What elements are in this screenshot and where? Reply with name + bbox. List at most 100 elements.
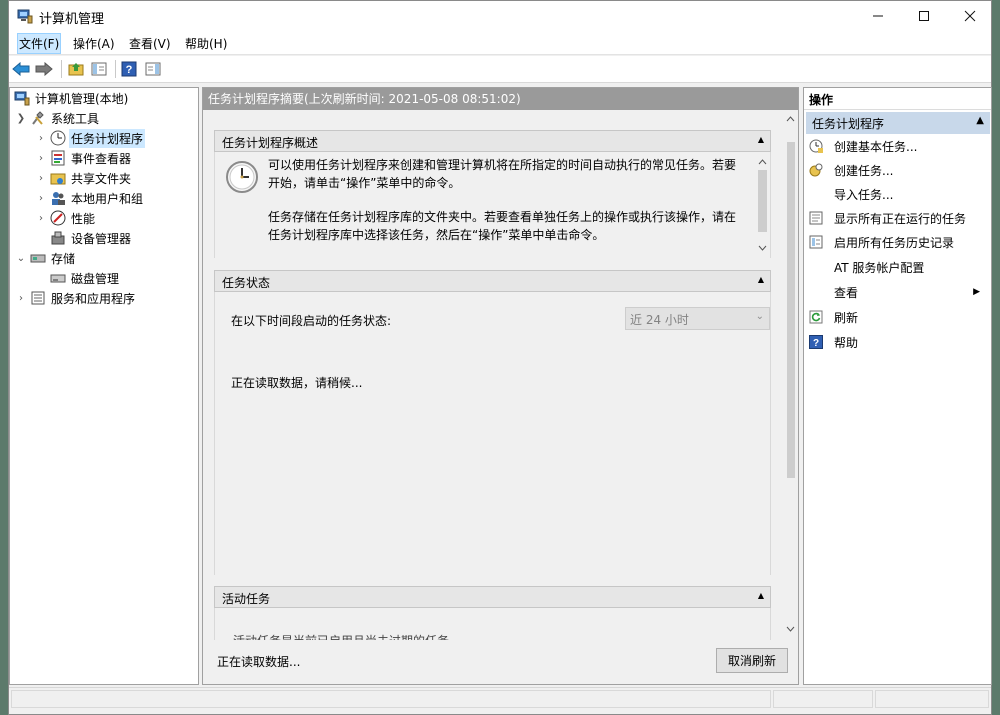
up-folder-icon[interactable] xyxy=(66,59,86,79)
overview-scrollbar[interactable] xyxy=(755,152,770,258)
users-icon xyxy=(50,190,66,206)
status-section-header[interactable]: 任务状态 ▲ xyxy=(214,270,771,292)
chevron-down-icon: ⌄ xyxy=(755,311,764,322)
chevron-down-icon[interactable]: ❯ xyxy=(14,113,28,124)
create-task-icon xyxy=(808,162,824,178)
action-label: 显示所有正在运行的任务 xyxy=(834,211,967,226)
action-label: AT 服务帐户配置 xyxy=(834,260,925,275)
text-line: 任务计划程序库中选择该任务，然后在“操作”菜单中单击命令。 xyxy=(268,228,605,242)
tree-item-system-tools[interactable]: ❯ 系统工具 xyxy=(14,108,101,128)
cancel-refresh-button[interactable]: 取消刷新 xyxy=(716,648,788,673)
tree-item-disk-management[interactable]: 磁盘管理 xyxy=(48,268,121,288)
status-bar-section xyxy=(773,690,873,708)
back-icon[interactable] xyxy=(11,59,31,79)
action-at-service-config[interactable]: AT 服务帐户配置 xyxy=(808,256,988,278)
submenu-arrow-icon: ▶ xyxy=(973,287,980,297)
action-create-task[interactable]: 创建任务... xyxy=(808,159,988,181)
tree-item-storage[interactable]: ⌄ 存储 xyxy=(14,248,77,268)
running-tasks-icon xyxy=(808,210,824,226)
action-help[interactable]: ? 帮助 xyxy=(808,331,988,353)
performance-icon xyxy=(50,210,66,226)
menu-bar: 文件(F) 操作(A) 查看(V) 帮助(H) xyxy=(9,31,991,55)
overview-section-body: 可以使用任务计划程序来创建和管理计算机将在所指定的时间自动执行的常见任务。若要 … xyxy=(214,152,771,258)
chevron-right-icon[interactable]: › xyxy=(34,193,48,204)
action-create-basic-task[interactable]: 创建基本任务... xyxy=(808,135,988,157)
tree-item-services-apps[interactable]: › 服务和应用程序 xyxy=(14,288,137,308)
section-title: 活动任务 xyxy=(222,592,271,606)
show-hide-action-pane-icon[interactable] xyxy=(143,59,163,79)
reading-status: 正在读取数据... xyxy=(217,655,301,669)
show-hide-tree-icon[interactable] xyxy=(89,59,109,79)
collapse-icon[interactable]: ▲ xyxy=(976,115,984,126)
tree-item-device-manager[interactable]: 设备管理器 xyxy=(48,228,133,248)
blank-icon xyxy=(808,186,824,202)
tree-item-root[interactable]: 计算机管理(本地) xyxy=(12,88,130,108)
section-title: 任务状态 xyxy=(222,276,271,290)
action-label: 创建基本任务... xyxy=(834,139,918,154)
computer-management-icon xyxy=(14,90,30,106)
tree-item-label: 共享文件夹 xyxy=(71,171,132,186)
chevron-right-icon[interactable]: › xyxy=(34,133,48,144)
menu-action[interactable]: 操作(A) xyxy=(72,35,116,52)
overview-section-header[interactable]: 任务计划程序概述 ▲ xyxy=(214,130,771,152)
event-viewer-icon xyxy=(50,150,66,166)
actions-group-label: 任务计划程序 xyxy=(812,117,885,131)
collapse-icon[interactable]: ▲ xyxy=(758,135,764,144)
history-icon xyxy=(808,234,824,250)
minimize-button[interactable] xyxy=(855,1,901,31)
window-title: 计算机管理 xyxy=(39,12,105,27)
menu-help[interactable]: 帮助(H) xyxy=(184,35,228,52)
tree-item-label: 任务计划程序 xyxy=(69,128,146,148)
action-label: 帮助 xyxy=(834,335,859,350)
collapse-icon[interactable]: ▲ xyxy=(758,591,764,600)
menu-file[interactable]: 文件(F) xyxy=(17,33,62,54)
svg-text:?: ? xyxy=(813,338,819,349)
chevron-right-icon[interactable]: › xyxy=(34,213,48,224)
tree-item-local-users[interactable]: › 本地用户和组 xyxy=(34,188,145,208)
tree-item-label: 服务和应用程序 xyxy=(51,291,136,306)
chevron-right-icon[interactable]: › xyxy=(34,153,48,164)
overview-text-2: 任务存储在任务计划程序库的文件夹中。若要查看单独任务上的操作或执行该操作，请在 … xyxy=(268,208,736,244)
tree-item-shared-folders[interactable]: › 共享文件夹 xyxy=(34,168,133,188)
status-bar xyxy=(9,687,991,709)
chevron-down-icon[interactable]: ⌄ xyxy=(14,253,28,264)
chevron-right-icon[interactable]: › xyxy=(34,173,48,184)
forward-icon[interactable] xyxy=(34,59,54,79)
storage-icon xyxy=(30,250,46,266)
tree-item-label: 计算机管理(本地) xyxy=(35,91,129,106)
tree-item-label: 事件查看器 xyxy=(71,151,132,166)
action-enable-history[interactable]: 启用所有任务历史记录 xyxy=(808,231,988,253)
action-import-task[interactable]: 导入任务... xyxy=(808,183,988,205)
tree-item-label: 设备管理器 xyxy=(71,231,132,246)
tree-item-event-viewer[interactable]: › 事件查看器 xyxy=(34,148,133,168)
scrollbar-thumb[interactable] xyxy=(787,142,795,478)
action-refresh[interactable]: 刷新 xyxy=(808,306,988,328)
active-section-header[interactable]: 活动任务 ▲ xyxy=(214,586,771,608)
tree-item-task-scheduler[interactable]: › 任务计划程序 xyxy=(34,128,146,148)
chevron-right-icon[interactable]: › xyxy=(14,293,28,304)
close-button[interactable] xyxy=(947,1,993,31)
period-value: 近 24 小时 xyxy=(630,313,689,327)
services-icon xyxy=(30,290,46,306)
action-view[interactable]: 查看 ▶ xyxy=(808,281,988,303)
summary-scrollbar[interactable] xyxy=(783,110,798,640)
maximize-button[interactable] xyxy=(901,1,947,31)
action-label: 创建任务... xyxy=(834,163,894,178)
summary-header: 任务计划程序摘要(上次刷新时间: 2021-05-08 08:51:02) xyxy=(203,88,798,110)
help-icon[interactable]: ? xyxy=(119,59,139,79)
tree-item-performance[interactable]: › 性能 xyxy=(34,208,97,228)
text-line: 可以使用任务计划程序来创建和管理计算机将在所指定的时间自动执行的常见任务。若要 xyxy=(268,158,737,172)
collapse-icon[interactable]: ▲ xyxy=(758,275,764,284)
device-manager-icon xyxy=(50,230,66,246)
action-label: 启用所有任务历史记录 xyxy=(834,235,955,250)
actions-group-task-scheduler[interactable]: 任务计划程序 ▲ xyxy=(806,112,990,134)
actions-title: 操作 xyxy=(804,88,991,110)
tree-item-label: 性能 xyxy=(71,211,96,226)
active-tasks-text: 活动任务是当前已启用且尚未过期的任务。 xyxy=(233,632,461,640)
menu-view[interactable]: 查看(V) xyxy=(128,35,172,52)
active-section-body: 活动任务是当前已启用且尚未过期的任务。 xyxy=(214,608,771,640)
text-line: 任务存储在任务计划程序库的文件夹中。若要查看单独任务上的操作或执行该操作，请在 xyxy=(268,210,737,224)
period-select[interactable]: 近 24 小时 ⌄ xyxy=(625,307,770,330)
tree-item-label: 存储 xyxy=(51,251,76,266)
action-show-running-tasks[interactable]: 显示所有正在运行的任务 xyxy=(808,207,988,229)
